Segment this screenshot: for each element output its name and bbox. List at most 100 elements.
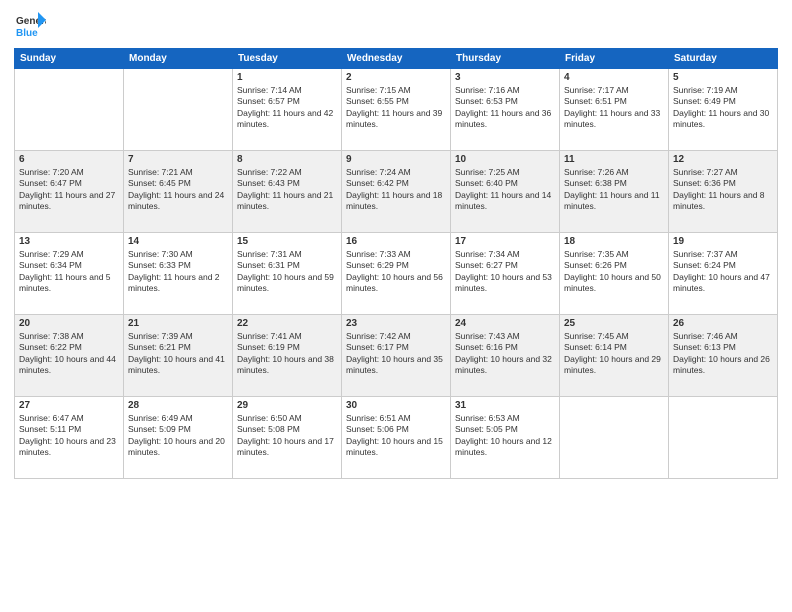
day-number: 28 [128, 400, 228, 411]
weekday-header-tuesday: Tuesday [233, 49, 342, 69]
calendar-cell [15, 69, 124, 151]
calendar-cell: 5 Sunrise: 7:19 AM Sunset: 6:49 PM Daylig… [669, 69, 778, 151]
day-info: Sunrise: 7:16 AM Sunset: 6:53 PM Dayligh… [455, 85, 555, 131]
day-number: 25 [564, 318, 664, 329]
day-info: Sunrise: 6:49 AM Sunset: 5:09 PM Dayligh… [128, 413, 228, 459]
calendar-cell: 14 Sunrise: 7:30 AM Sunset: 6:33 PM Dayli… [124, 233, 233, 315]
day-number: 11 [564, 154, 664, 165]
day-number: 6 [19, 154, 119, 165]
day-info: Sunrise: 7:21 AM Sunset: 6:45 PM Dayligh… [128, 167, 228, 213]
day-info: Sunrise: 7:46 AM Sunset: 6:13 PM Dayligh… [673, 331, 773, 377]
day-info: Sunrise: 7:35 AM Sunset: 6:26 PM Dayligh… [564, 249, 664, 295]
day-info: Sunrise: 7:37 AM Sunset: 6:24 PM Dayligh… [673, 249, 773, 295]
day-info: Sunrise: 7:19 AM Sunset: 6:49 PM Dayligh… [673, 85, 773, 131]
calendar-cell: 3 Sunrise: 7:16 AM Sunset: 6:53 PM Daylig… [451, 69, 560, 151]
day-info: Sunrise: 7:42 AM Sunset: 6:17 PM Dayligh… [346, 331, 446, 377]
calendar-cell: 9 Sunrise: 7:24 AM Sunset: 6:42 PM Daylig… [342, 151, 451, 233]
day-number: 17 [455, 236, 555, 247]
day-number: 3 [455, 72, 555, 83]
calendar-cell [669, 397, 778, 479]
weekday-header-saturday: Saturday [669, 49, 778, 69]
day-info: Sunrise: 7:30 AM Sunset: 6:33 PM Dayligh… [128, 249, 228, 295]
calendar-cell: 15 Sunrise: 7:31 AM Sunset: 6:31 PM Dayli… [233, 233, 342, 315]
day-number: 27 [19, 400, 119, 411]
day-number: 15 [237, 236, 337, 247]
day-number: 24 [455, 318, 555, 329]
day-number: 21 [128, 318, 228, 329]
day-info: Sunrise: 7:25 AM Sunset: 6:40 PM Dayligh… [455, 167, 555, 213]
day-info: Sunrise: 6:50 AM Sunset: 5:08 PM Dayligh… [237, 413, 337, 459]
calendar-cell: 30 Sunrise: 6:51 AM Sunset: 5:06 PM Dayli… [342, 397, 451, 479]
day-info: Sunrise: 7:33 AM Sunset: 6:29 PM Dayligh… [346, 249, 446, 295]
logo-icon: General Blue [14, 10, 46, 42]
calendar-cell: 16 Sunrise: 7:33 AM Sunset: 6:29 PM Dayli… [342, 233, 451, 315]
day-number: 31 [455, 400, 555, 411]
day-number: 19 [673, 236, 773, 247]
calendar-cell: 12Sunrise: 7:27 AM Sunset: 6:36 PM Dayli… [669, 151, 778, 233]
day-number: 7 [128, 154, 228, 165]
calendar-cell: 25 Sunrise: 7:45 AM Sunset: 6:14 PM Dayli… [560, 315, 669, 397]
calendar-cell: 1 Sunrise: 7:14 AM Sunset: 6:57 PM Daylig… [233, 69, 342, 151]
day-info: Sunrise: 7:43 AM Sunset: 6:16 PM Dayligh… [455, 331, 555, 377]
day-number: 4 [564, 72, 664, 83]
calendar-cell: 24 Sunrise: 7:43 AM Sunset: 6:16 PM Dayli… [451, 315, 560, 397]
day-info: Sunrise: 7:22 AM Sunset: 6:43 PM Dayligh… [237, 167, 337, 213]
calendar-cell: 31 Sunrise: 6:53 AM Sunset: 5:05 PM Dayli… [451, 397, 560, 479]
day-info: Sunrise: 7:27 AM Sunset: 6:36 PM Dayligh… [673, 167, 773, 213]
day-info: Sunrise: 7:31 AM Sunset: 6:31 PM Dayligh… [237, 249, 337, 295]
day-number: 16 [346, 236, 446, 247]
day-info: Sunrise: 7:17 AM Sunset: 6:51 PM Dayligh… [564, 85, 664, 131]
day-info: Sunrise: 6:51 AM Sunset: 5:06 PM Dayligh… [346, 413, 446, 459]
day-number: 23 [346, 318, 446, 329]
calendar-cell: 8Sunrise: 7:22 AM Sunset: 6:43 PM Daylig… [233, 151, 342, 233]
weekday-header-thursday: Thursday [451, 49, 560, 69]
day-info: Sunrise: 7:26 AM Sunset: 6:38 PM Dayligh… [564, 167, 664, 213]
day-number: 13 [19, 236, 119, 247]
day-number: 29 [237, 400, 337, 411]
weekday-header-monday: Monday [124, 49, 233, 69]
calendar-cell: 7 Sunrise: 7:21 AM Sunset: 6:45 PM Daylig… [124, 151, 233, 233]
day-number: 9 [346, 154, 446, 165]
day-number: 5 [673, 72, 773, 83]
day-info: Sunrise: 7:14 AM Sunset: 6:57 PM Dayligh… [237, 85, 337, 131]
weekday-header-wednesday: Wednesday [342, 49, 451, 69]
day-number: 10 [455, 154, 555, 165]
weekday-header-sunday: Sunday [15, 49, 124, 69]
calendar-cell: 27 Sunrise: 6:47 AM Sunset: 5:11 PM Dayli… [15, 397, 124, 479]
day-info: Sunrise: 7:38 AM Sunset: 6:22 PM Dayligh… [19, 331, 119, 377]
day-info: Sunrise: 6:47 AM Sunset: 5:11 PM Dayligh… [19, 413, 119, 459]
calendar-cell: 2 Sunrise: 7:15 AM Sunset: 6:55 PM Daylig… [342, 69, 451, 151]
day-number: 20 [19, 318, 119, 329]
day-number: 30 [346, 400, 446, 411]
day-number: 26 [673, 318, 773, 329]
day-info: Sunrise: 7:20 AM Sunset: 6:47 PM Dayligh… [19, 167, 119, 213]
day-info: Sunrise: 6:53 AM Sunset: 5:05 PM Dayligh… [455, 413, 555, 459]
day-number: 2 [346, 72, 446, 83]
calendar-cell: 29 Sunrise: 6:50 AM Sunset: 5:08 PM Dayli… [233, 397, 342, 479]
calendar-cell: 21 Sunrise: 7:39 AM Sunset: 6:21 PM Dayli… [124, 315, 233, 397]
day-info: Sunrise: 7:24 AM Sunset: 6:42 PM Dayligh… [346, 167, 446, 213]
day-number: 14 [128, 236, 228, 247]
day-info: Sunrise: 7:45 AM Sunset: 6:14 PM Dayligh… [564, 331, 664, 377]
svg-text:Blue: Blue [16, 28, 38, 39]
calendar-cell: 22 Sunrise: 7:41 AM Sunset: 6:19 PM Dayli… [233, 315, 342, 397]
calendar-cell [560, 397, 669, 479]
day-number: 18 [564, 236, 664, 247]
day-info: Sunrise: 7:39 AM Sunset: 6:21 PM Dayligh… [128, 331, 228, 377]
calendar-cell: 18 Sunrise: 7:35 AM Sunset: 6:26 PM Dayli… [560, 233, 669, 315]
day-info: Sunrise: 7:15 AM Sunset: 6:55 PM Dayligh… [346, 85, 446, 131]
day-info: Sunrise: 7:41 AM Sunset: 6:19 PM Dayligh… [237, 331, 337, 377]
day-info: Sunrise: 7:29 AM Sunset: 6:34 PM Dayligh… [19, 249, 119, 295]
calendar-table: SundayMondayTuesdayWednesdayThursdayFrid… [14, 48, 778, 479]
calendar-cell: 28 Sunrise: 6:49 AM Sunset: 5:09 PM Dayli… [124, 397, 233, 479]
calendar-cell: 6 Sunrise: 7:20 AM Sunset: 6:47 PM Daylig… [15, 151, 124, 233]
calendar-cell: 13 Sunrise: 7:29 AM Sunset: 6:34 PM Dayli… [15, 233, 124, 315]
day-number: 1 [237, 72, 337, 83]
calendar-cell: 26 Sunrise: 7:46 AM Sunset: 6:13 PM Dayli… [669, 315, 778, 397]
calendar-cell: 17Sunrise: 7:34 AM Sunset: 6:27 PM Dayli… [451, 233, 560, 315]
calendar-cell: 20 Sunrise: 7:38 AM Sunset: 6:22 PM Dayli… [15, 315, 124, 397]
calendar-cell: 19 Sunrise: 7:37 AM Sunset: 6:24 PM Dayli… [669, 233, 778, 315]
calendar-cell: 23 Sunrise: 7:42 AM Sunset: 6:17 PM Dayli… [342, 315, 451, 397]
calendar-cell: 4 Sunrise: 7:17 AM Sunset: 6:51 PM Daylig… [560, 69, 669, 151]
day-number: 22 [237, 318, 337, 329]
